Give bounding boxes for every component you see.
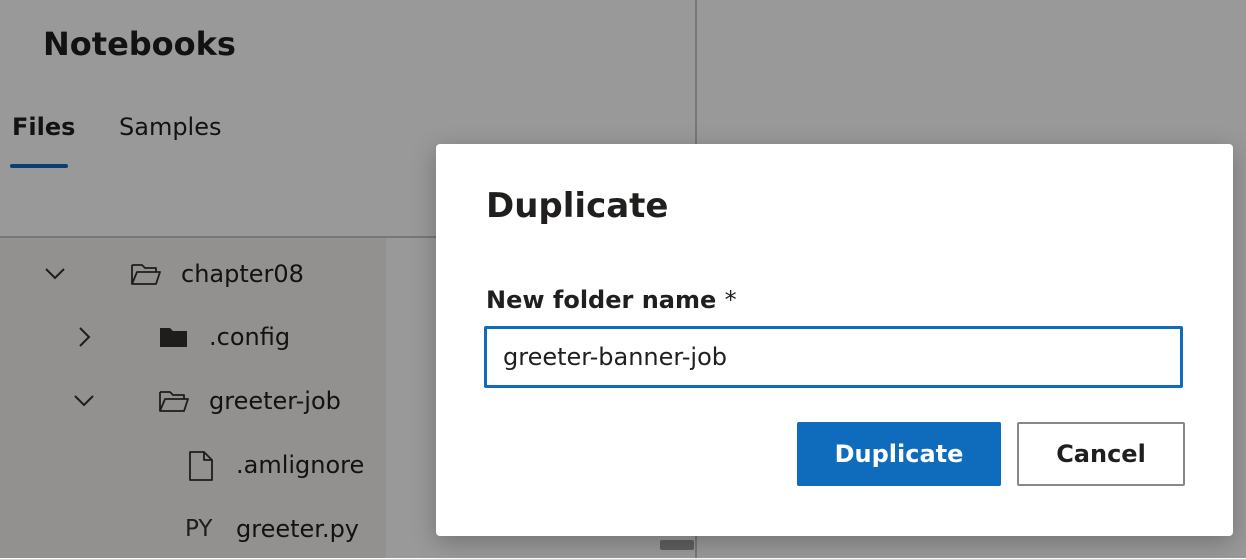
duplicate-button[interactable]: Duplicate bbox=[797, 422, 1001, 486]
cancel-button[interactable]: Cancel bbox=[1017, 422, 1185, 486]
folder-name-label: New folder name * bbox=[486, 284, 737, 316]
folder-name-input[interactable] bbox=[484, 326, 1183, 388]
required-marker: * bbox=[724, 286, 737, 314]
field-label-text: New folder name bbox=[486, 286, 717, 314]
duplicate-dialog: Duplicate New folder name * Duplicate Ca… bbox=[436, 144, 1233, 536]
dialog-title: Duplicate bbox=[486, 186, 669, 226]
